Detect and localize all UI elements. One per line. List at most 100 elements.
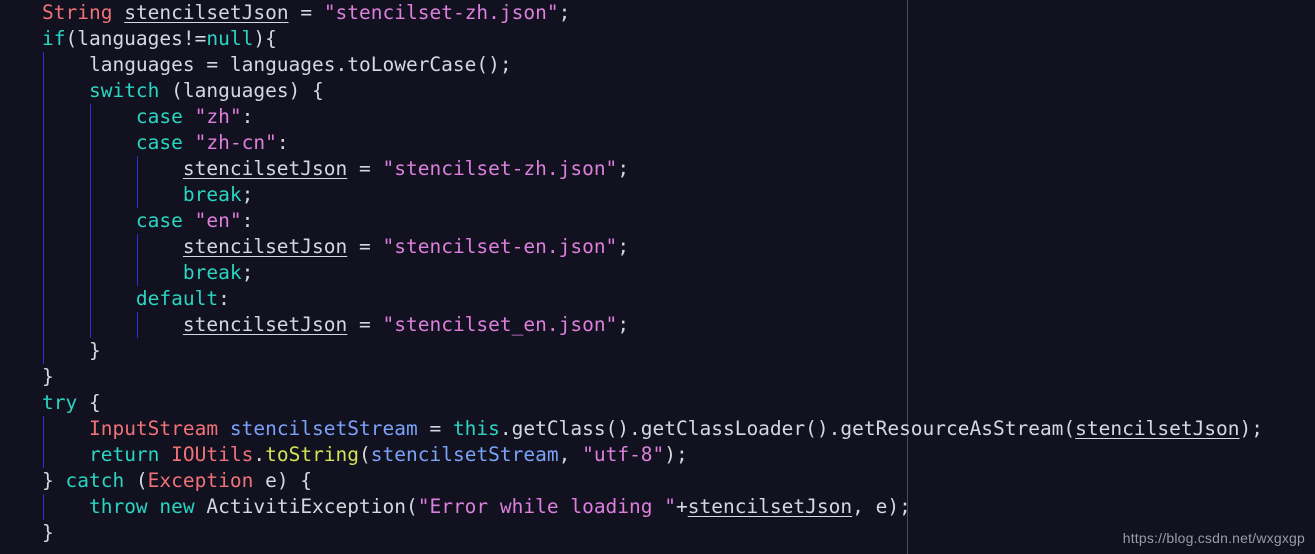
code-token-kw: null [206,27,254,50]
code-line[interactable]: case "zh-cn": [0,130,1263,156]
code-token-str: "zh-cn" [194,131,277,154]
code-token-plain: = [417,417,453,440]
indent-guide [43,234,44,260]
code-line[interactable]: switch (languages) { [0,78,1263,104]
code-token-fld: stencilsetJson [182,235,348,258]
code-token-kw: case [135,131,183,154]
code-token-plain: : [241,105,254,128]
code-token-plain: . [253,443,266,466]
indent-guide [43,130,44,156]
code-line[interactable]: stencilsetJson = "stencilset-en.json"; [0,234,1263,260]
code-line[interactable]: stencilsetJson = "stencilset_en.json"; [0,312,1263,338]
code-token-plain: .getClass().getClassLoader().getResource… [499,417,1076,440]
code-token-kw: case [135,105,183,128]
code-token-kw: try [42,391,78,414]
code-token-plain: ActivitiException( [194,495,418,518]
indent-guide [136,260,138,286]
code-token-kw: if [42,27,66,50]
code-token-plain: = [347,157,383,180]
code-line[interactable]: case "en": [0,208,1263,234]
code-token-plain: ( [359,443,371,466]
indent-guide [89,156,91,182]
code-line[interactable]: stencilsetJson = "stencilset-zh.json"; [0,156,1263,182]
code-line[interactable]: case "zh": [0,104,1263,130]
indent-guide [43,156,44,182]
code-token-kw: throw [88,495,148,518]
code-token-var: stencilsetStream [370,443,559,466]
code-line[interactable]: try { [0,390,1263,416]
code-token-type: InputStream [88,417,219,440]
code-token-str: "en" [194,209,242,232]
indent-guide [43,286,44,312]
code-token-plain: (languages) { [159,79,324,102]
code-line[interactable]: String stencilsetJson = "stencilset-zh.j… [0,0,1263,26]
code-token-plain: , [558,443,583,466]
indent-guide [136,156,138,182]
indent-guide [43,52,44,78]
code-line[interactable]: default: [0,286,1263,312]
code-token-plain: { [77,391,101,414]
code-token-plain: = [347,235,383,258]
indent-guide [89,260,91,286]
code-token-str: "zh" [194,105,242,128]
code-token-kw: this [452,417,500,440]
indent-guide [89,208,91,234]
indent-guide [43,104,44,130]
indent-guide [43,208,44,234]
code-line[interactable]: } catch (Exception e) { [0,468,1263,494]
code-token-plain: ; [617,313,630,336]
code-token-type: String [42,1,113,24]
indent-guide [89,234,91,260]
code-token-fld: stencilsetJson [124,1,289,24]
code-token-fld: stencilsetJson [687,495,853,518]
indent-guide [43,416,44,442]
code-token-plain: ; [241,261,254,284]
code-token-str: "Error while loading " [417,495,676,518]
code-token-plain: = [288,1,324,24]
code-line[interactable]: return IOUtils.toString(stencilsetStream… [0,442,1263,468]
code-token-plain: = [347,313,383,336]
code-line[interactable]: if(languages!=null){ [0,26,1263,52]
code-token-plain: languages = languages.toLowerCase(); [88,53,512,76]
code-token-plain: : [241,209,254,232]
code-editor-surface[interactable]: String stencilsetJson = "stencilset-zh.j… [0,0,1315,554]
code-token-str: "stencilset-zh.json" [323,1,559,24]
code-content[interactable]: String stencilsetJson = "stencilset-zh.j… [0,0,1263,546]
code-line[interactable]: } [0,338,1263,364]
code-token-fn: toString [265,443,360,466]
code-token-plain: ){ [253,27,277,50]
indent-guide [43,182,44,208]
code-line[interactable]: break; [0,260,1263,286]
indent-guide [136,234,138,260]
code-token-kw: return [88,443,160,466]
code-token-str: "stencilset_en.json" [382,313,618,336]
code-line[interactable]: } [0,520,1263,546]
indent-guide [43,494,44,520]
indent-guide [43,78,44,104]
code-line[interactable]: throw new ActivitiException("Error while… [0,494,1263,520]
indent-guide [89,182,91,208]
indent-guide [89,130,91,156]
code-line[interactable]: break; [0,182,1263,208]
indent-guide [43,338,44,364]
indent-guide [43,312,44,338]
indent-guide [136,312,138,338]
code-token-plain: (languages!= [65,27,207,50]
code-line[interactable]: InputStream stencilsetStream = this.getC… [0,416,1263,442]
code-token-kw: new [159,495,195,518]
code-token-plain: } [88,339,101,362]
code-line[interactable]: languages = languages.toLowerCase(); [0,52,1263,78]
code-token-plain: ( [124,469,148,492]
code-line[interactable]: } [0,364,1263,390]
